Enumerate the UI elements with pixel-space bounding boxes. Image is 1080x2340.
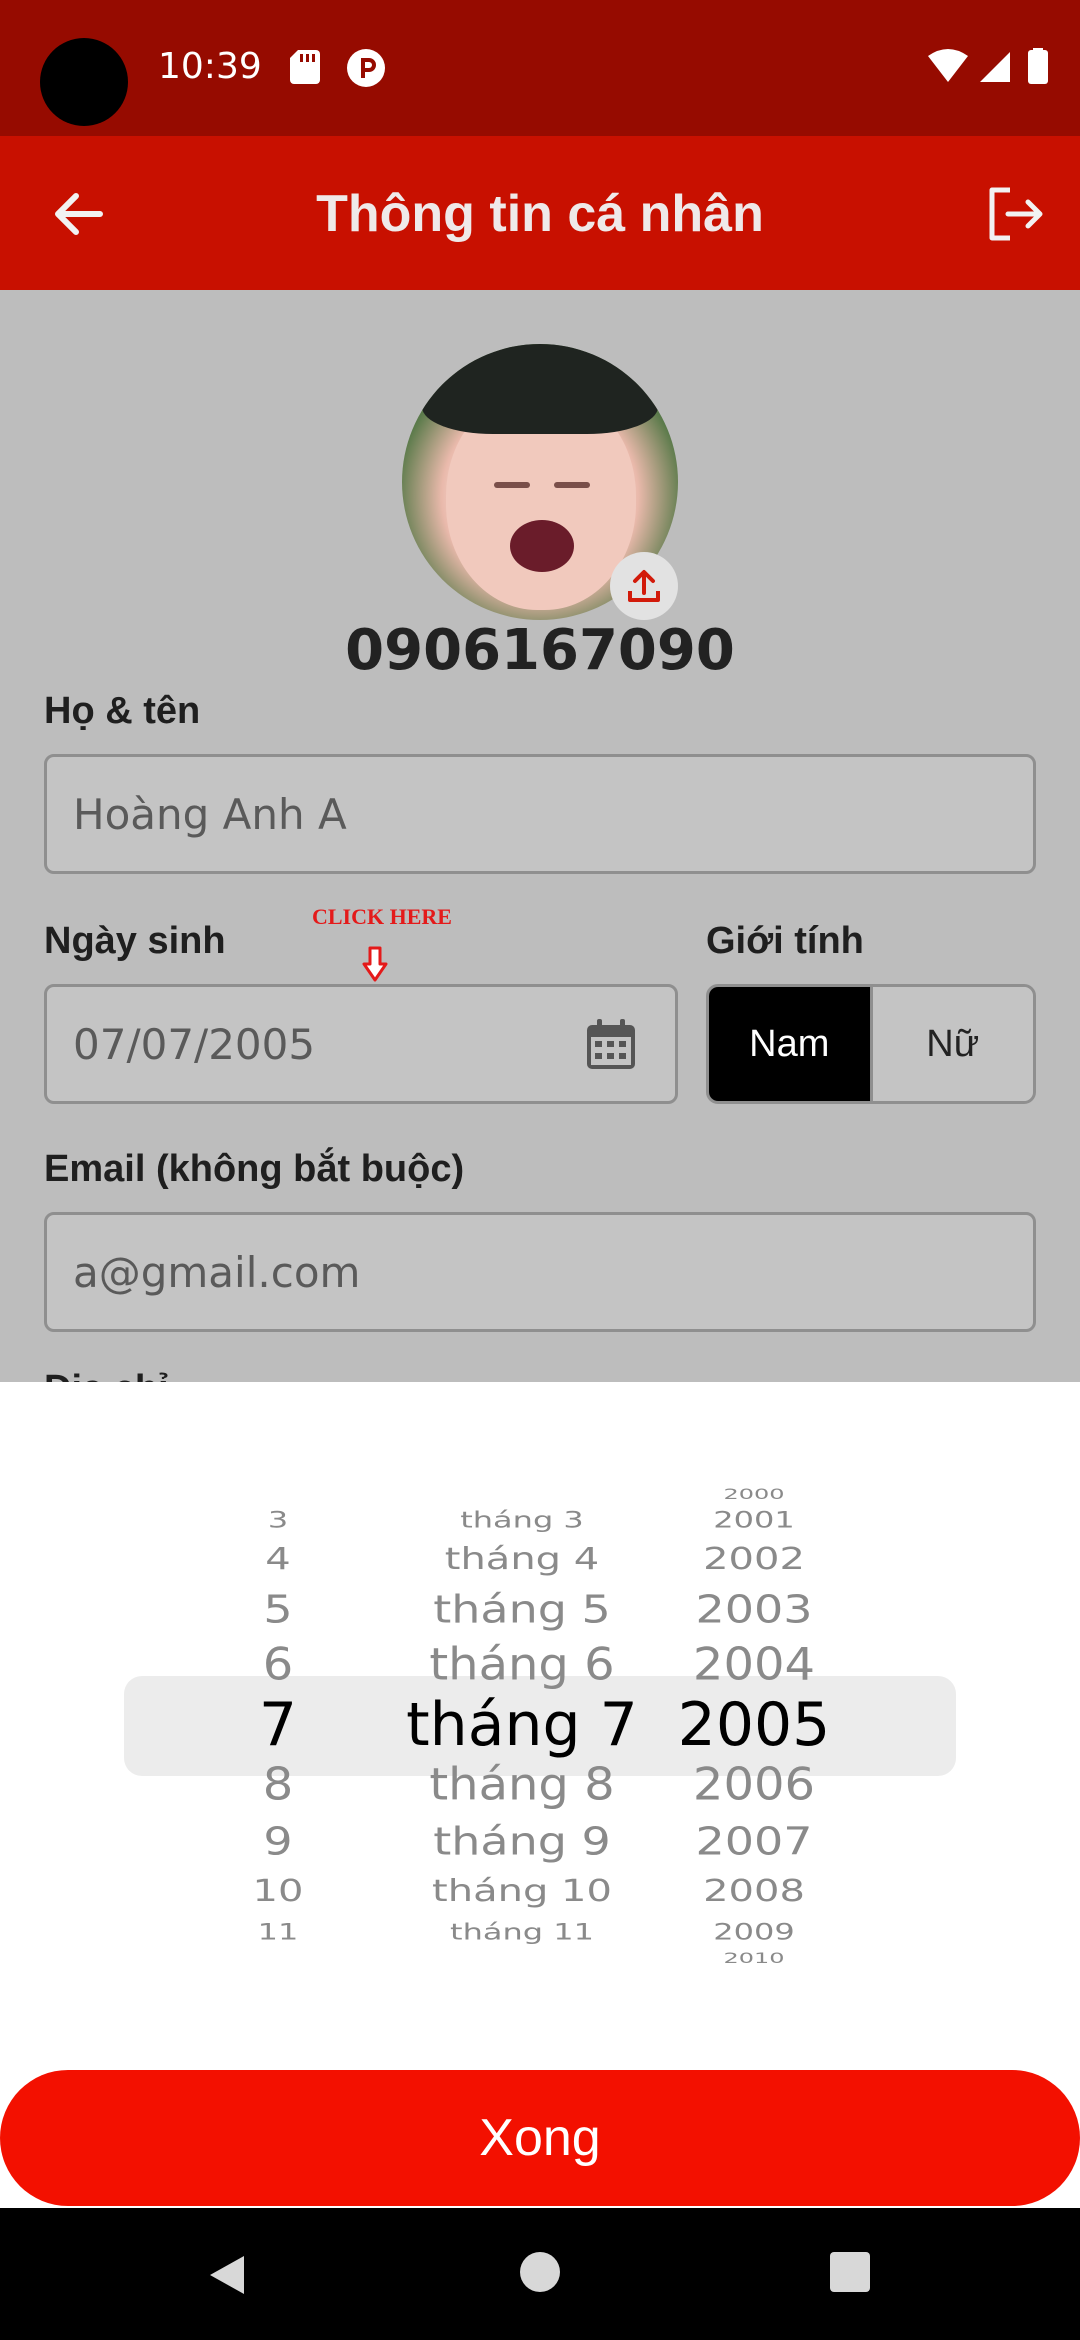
system-status-icons <box>928 48 1048 84</box>
month-wheel-item[interactable]: tháng 5 <box>402 1587 642 1632</box>
email-input[interactable] <box>73 1247 1033 1297</box>
day-wheel-item[interactable]: 10 <box>158 1874 398 1909</box>
year-wheel-item[interactable]: 2005 <box>634 1690 874 1760</box>
gender-option-male[interactable]: Nam <box>709 987 870 1101</box>
year-wheel-item[interactable]: 2006 <box>634 1759 874 1811</box>
logout-icon <box>989 187 1043 241</box>
year-wheel-item[interactable]: 2004 <box>634 1639 874 1691</box>
signal-icon <box>980 52 1010 82</box>
year-wheel-item[interactable]: 2010 <box>634 1949 874 1966</box>
day-wheel-item[interactable]: 9 <box>158 1819 398 1864</box>
app-notification-icon <box>347 49 385 87</box>
day-wheel-item[interactable]: 5 <box>158 1587 398 1632</box>
month-wheel-item[interactable]: tháng 9 <box>402 1819 642 1864</box>
month-wheel-item[interactable]: tháng 3 <box>402 1507 642 1533</box>
month-wheel-item[interactable]: tháng 10 <box>402 1874 642 1909</box>
upload-avatar-button[interactable] <box>610 552 678 620</box>
logout-button[interactable] <box>976 174 1056 254</box>
year-wheel-item[interactable]: 2002 <box>634 1542 874 1577</box>
click-here-hint: CLICK HERE <box>312 904 452 929</box>
dob-label: Ngày sinh <box>44 920 226 962</box>
arrow-down-icon <box>362 946 388 982</box>
month-wheel-item[interactable]: tháng 4 <box>402 1542 642 1577</box>
dob-value: 07/07/2005 <box>73 1019 316 1069</box>
name-field[interactable] <box>44 754 1036 874</box>
front-camera <box>40 38 128 126</box>
gender-option-female[interactable]: Nữ <box>869 987 1033 1101</box>
name-label: Họ & tên <box>44 690 201 732</box>
day-wheel-item[interactable]: 8 <box>158 1759 398 1811</box>
month-wheel-item[interactable]: tháng 7 <box>402 1690 642 1760</box>
dob-field[interactable]: 07/07/2005 <box>44 984 678 1104</box>
sd-card-icon <box>290 50 320 84</box>
name-input[interactable] <box>73 789 1033 839</box>
status-bar: 10:39 <box>0 0 1080 136</box>
day-wheel-item[interactable]: 7 <box>158 1690 398 1760</box>
month-wheel-item[interactable]: tháng 8 <box>402 1759 642 1811</box>
day-wheel-item[interactable]: 6 <box>158 1639 398 1691</box>
phone-number: 0906167090 <box>345 618 735 683</box>
day-wheel-item[interactable]: 3 <box>158 1507 398 1533</box>
month-wheel-item[interactable]: tháng 11 <box>402 1919 642 1945</box>
year-wheel-item[interactable]: 2009 <box>634 1919 874 1945</box>
month-wheel-item[interactable]: tháng 6 <box>402 1639 642 1691</box>
nav-home-icon[interactable] <box>520 2252 560 2292</box>
upload-icon <box>628 570 660 602</box>
battery-icon <box>1028 50 1048 84</box>
calendar-icon[interactable] <box>583 1017 639 1073</box>
page-title: Thông tin cá nhân <box>316 185 764 243</box>
done-button[interactable]: Xong <box>0 2070 1080 2206</box>
email-label: Email (không bắt buộc) <box>44 1148 465 1190</box>
status-time: 10:39 <box>158 46 262 87</box>
nav-recents-icon[interactable] <box>830 2252 870 2292</box>
nav-back-icon[interactable] <box>204 2252 250 2298</box>
year-wheel-item[interactable]: 2003 <box>634 1587 874 1632</box>
year-wheel-item[interactable]: 2008 <box>634 1874 874 1909</box>
wifi-icon <box>928 49 968 82</box>
email-field[interactable] <box>44 1212 1036 1332</box>
year-wheel-item[interactable]: 2001 <box>634 1507 874 1533</box>
day-wheel-item[interactable]: 11 <box>158 1919 398 1945</box>
app-bar: Thông tin cá nhân <box>0 136 1080 290</box>
year-wheel-item[interactable]: 2007 <box>634 1819 874 1864</box>
system-nav-bar <box>0 2208 1080 2340</box>
year-wheel-item[interactable]: 2000 <box>634 1485 874 1502</box>
day-wheel-item[interactable]: 4 <box>158 1542 398 1577</box>
gender-label: Giới tính <box>706 920 864 962</box>
gender-toggle: Nam Nữ <box>706 984 1036 1104</box>
